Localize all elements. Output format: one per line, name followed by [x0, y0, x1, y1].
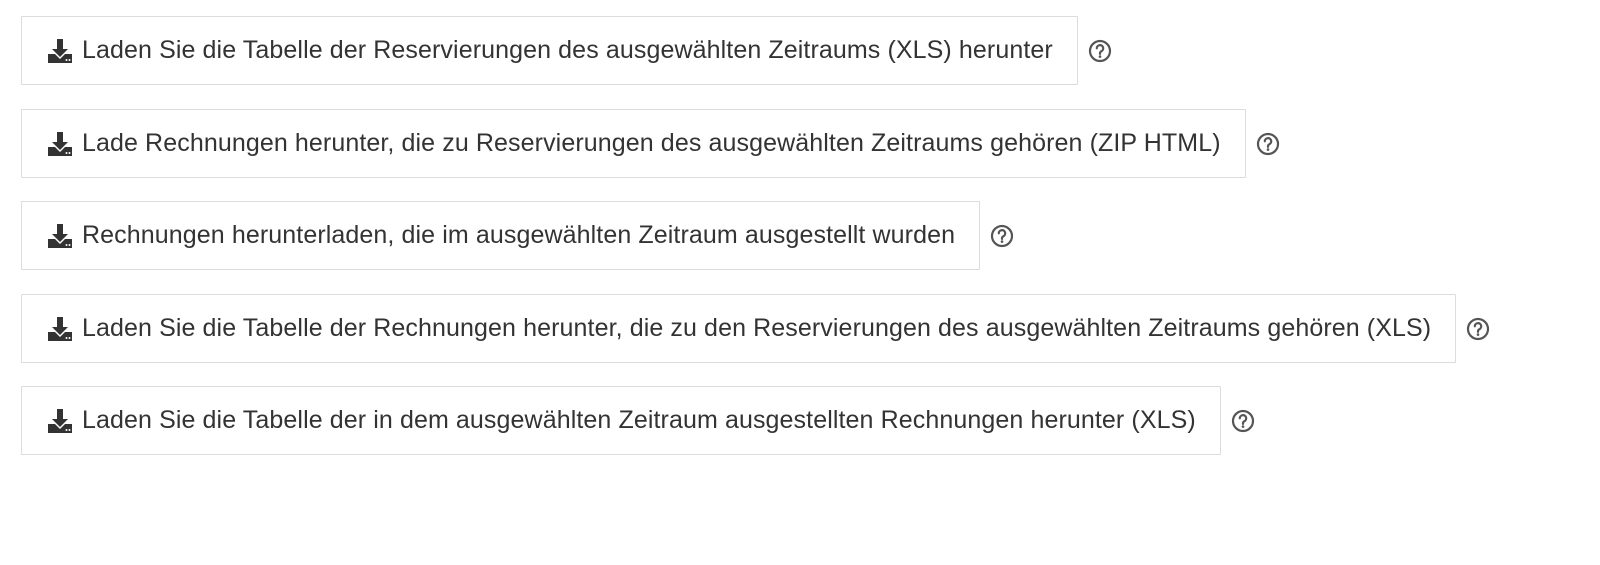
download-icon: [46, 222, 74, 250]
download-icon: [46, 315, 74, 343]
download-row: Laden Sie die Tabelle der Rechnungen her…: [21, 294, 1491, 363]
question-circle-icon[interactable]: [1255, 131, 1281, 157]
download-issued-invoices-button[interactable]: Rechnungen herunterladen, die im ausgewä…: [21, 201, 981, 270]
question-circle-icon[interactable]: [989, 223, 1015, 249]
download-label: Laden Sie die Tabelle der Reservierungen…: [82, 36, 1053, 64]
question-circle-icon[interactable]: [1465, 316, 1491, 342]
download-row: Rechnungen herunterladen, die im ausgewä…: [21, 201, 1015, 270]
download-icon: [46, 407, 74, 435]
question-circle-icon[interactable]: [1230, 408, 1256, 434]
download-icon: [46, 130, 74, 158]
question-circle-icon[interactable]: [1087, 38, 1113, 64]
download-icon: [46, 37, 74, 65]
download-invoices-zip-button[interactable]: Lade Rechnungen herunter, die zu Reservi…: [21, 109, 1246, 178]
download-row: Lade Rechnungen herunter, die zu Reservi…: [21, 109, 1281, 178]
download-invoices-of-reservations-xls-button[interactable]: Laden Sie die Tabelle der Rechnungen her…: [21, 294, 1457, 363]
download-label: Lade Rechnungen herunter, die zu Reservi…: [82, 129, 1221, 157]
download-label: Rechnungen herunterladen, die im ausgewä…: [82, 221, 956, 249]
download-row: Laden Sie die Tabelle der in dem ausgewä…: [21, 386, 1256, 455]
download-label: Laden Sie die Tabelle der in dem ausgewä…: [82, 406, 1196, 434]
download-row: Laden Sie die Tabelle der Reservierungen…: [21, 16, 1113, 85]
download-reservations-xls-button[interactable]: Laden Sie die Tabelle der Reservierungen…: [21, 16, 1078, 85]
download-issued-invoices-xls-button[interactable]: Laden Sie die Tabelle der in dem ausgewä…: [21, 386, 1221, 455]
download-label: Laden Sie die Tabelle der Rechnungen her…: [82, 314, 1432, 342]
